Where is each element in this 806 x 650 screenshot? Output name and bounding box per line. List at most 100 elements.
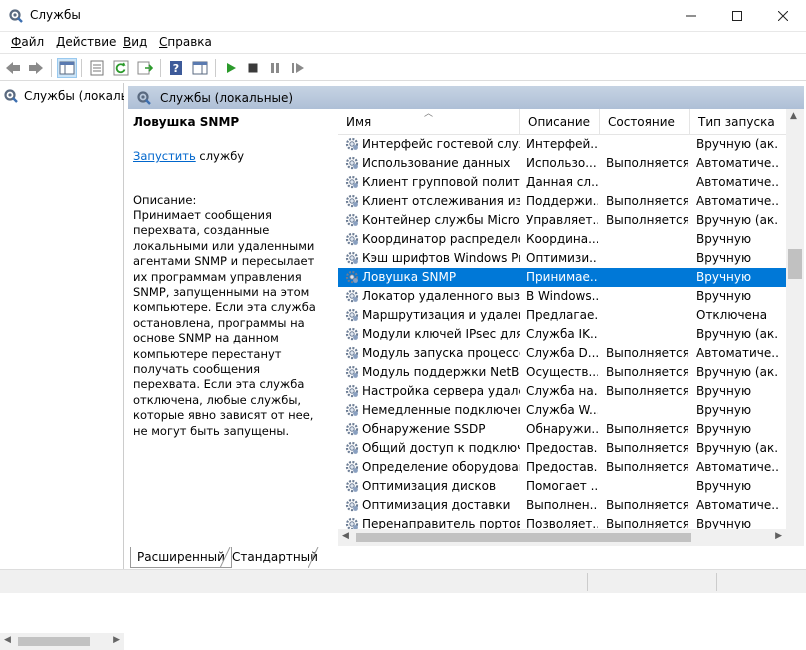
- service-gear-icon: [345, 232, 359, 246]
- service-row[interactable]: Модули ключей IPsec для ... Служба IK... В…: [338, 325, 786, 344]
- properties-button[interactable]: [87, 58, 107, 78]
- tab-extended[interactable]: Расширенный: [130, 547, 232, 568]
- service-status: Выполняется: [606, 156, 688, 170]
- horizontal-scroll-thumb[interactable]: [356, 533, 691, 542]
- menu-file-label: айл: [21, 35, 45, 49]
- show-hide-tree-button[interactable]: [57, 58, 77, 78]
- action-pane-icon: [192, 61, 208, 75]
- service-name: Координатор распределен...: [362, 232, 520, 246]
- service-row[interactable]: Локатор удаленного вызо... В Windows... Вр…: [338, 287, 786, 306]
- service-status: Выполняется: [606, 498, 688, 512]
- scroll-left-icon[interactable]: ◀: [4, 635, 11, 645]
- description-label: Описание:: [133, 193, 197, 207]
- column-header-startup[interactable]: Тип запуска: [690, 109, 786, 135]
- services-list: ︿ Имя Описание Состояние Тип запуска Инт…: [338, 109, 804, 546]
- menu-file[interactable]: Файл: [11, 35, 44, 49]
- scroll-left-icon[interactable]: ◀: [342, 531, 349, 541]
- vertical-scroll-thumb[interactable]: [788, 249, 802, 279]
- service-row[interactable]: Обнаружение SSDP Обнаружи... Выполняется Вр…: [338, 420, 786, 439]
- service-status: [606, 268, 688, 287]
- service-row[interactable]: Определение оборудован... Предостав... Вып…: [338, 458, 786, 477]
- main-pane-title: Службы (локальные): [160, 90, 294, 105]
- tree-item-local-services[interactable]: Службы (локалы: [3, 86, 124, 106]
- service-description: Данная сл...: [526, 175, 598, 189]
- close-button[interactable]: [760, 0, 806, 31]
- service-row[interactable]: Маршрутизация и удален... Предлагае... Отк…: [338, 306, 786, 325]
- pause-service-button[interactable]: [265, 58, 285, 78]
- service-description: Предостав...: [526, 441, 598, 455]
- service-name: Обнаружение SSDP: [362, 422, 486, 436]
- service-row[interactable]: Оптимизация дисков Помогает ... Вручную: [338, 477, 786, 496]
- forward-arrow-icon: [29, 62, 43, 74]
- start-service-link[interactable]: Запустить: [133, 149, 196, 163]
- service-description: Предлагае...: [526, 308, 598, 322]
- vertical-scrollbar[interactable]: ▲: [786, 109, 804, 546]
- service-row[interactable]: Координатор распределен... Координа... Вру…: [338, 230, 786, 249]
- service-row[interactable]: Контейнер службы Micros... Управляет... Вы…: [338, 211, 786, 230]
- service-name: Модули ключей IPsec для ...: [362, 327, 520, 341]
- horizontal-scrollbar[interactable]: ◀ ▶: [338, 529, 804, 546]
- service-startup-type: Вручную: [696, 403, 752, 417]
- service-row[interactable]: Интерфейс гостевой служ... Интерфей... Вру…: [338, 135, 786, 154]
- service-status: [606, 306, 688, 325]
- service-startup-type: Вручную: [696, 384, 752, 398]
- service-row[interactable]: Немедленные подключен... Служба W... Вручн…: [338, 401, 786, 420]
- service-status: Выполняется: [606, 460, 688, 474]
- menu-help[interactable]: Справка: [159, 35, 212, 49]
- service-status: [606, 135, 688, 154]
- maximize-button[interactable]: [714, 0, 760, 31]
- pause-icon: [271, 63, 279, 73]
- column-header-name-label: Имя: [346, 115, 372, 129]
- tree-scroll-thumb[interactable]: [18, 637, 90, 646]
- service-row[interactable]: Ловушка SNMP Принимае... Вручную: [338, 268, 786, 287]
- export-list-button[interactable]: [135, 58, 155, 78]
- service-gear-icon: [345, 175, 359, 189]
- minimize-button[interactable]: [668, 0, 714, 31]
- menu-view[interactable]: Вид: [123, 35, 147, 49]
- service-startup-type: Вручную (ак...: [696, 327, 778, 341]
- help-button[interactable]: ?: [166, 58, 186, 78]
- service-status: [606, 287, 688, 306]
- tree-item-label: Службы (локалы: [24, 89, 124, 103]
- service-row[interactable]: Кэш шрифтов Windows Pr... Оптимизи... Вруч…: [338, 249, 786, 268]
- service-name: Немедленные подключен...: [362, 403, 520, 417]
- status-segment: [716, 573, 717, 591]
- service-row[interactable]: Модуль запуска процессо... Служба D... Вып…: [338, 344, 786, 363]
- scroll-up-icon[interactable]: ▲: [790, 111, 797, 121]
- service-description: Координа...: [526, 232, 598, 246]
- column-header-name[interactable]: ︿ Имя: [338, 109, 520, 135]
- service-row[interactable]: Оптимизация доставки Выполнен... Выполняет…: [338, 496, 786, 515]
- service-row[interactable]: Использование данных Использо... Выполняет…: [338, 154, 786, 173]
- menu-action[interactable]: Действие: [56, 35, 116, 49]
- service-description: Принимае...: [526, 270, 598, 284]
- service-row[interactable]: Клиент отслеживания изм... Поддержи... Вып…: [338, 192, 786, 211]
- service-description-panel: Ловушка SNMP Запустить службу Описание: …: [133, 115, 328, 438]
- stop-icon: [248, 63, 258, 73]
- service-startup-type: Вручную (ак...: [696, 441, 778, 455]
- scroll-right-icon[interactable]: ▶: [113, 635, 120, 645]
- service-row[interactable]: Настройка сервера удален... Служба на... В…: [338, 382, 786, 401]
- service-name: Настройка сервера удален...: [362, 384, 520, 398]
- service-name: Использование данных: [362, 156, 511, 170]
- tree-horizontal-scrollbar[interactable]: ◀ ▶: [0, 633, 124, 650]
- services-gear-icon: [137, 90, 151, 105]
- service-row[interactable]: Модуль поддержки NetBI... Осуществ... Выпо…: [338, 363, 786, 382]
- play-icon: [227, 63, 236, 73]
- refresh-button[interactable]: [111, 58, 131, 78]
- console-tree-icon: [59, 61, 75, 75]
- forward-button[interactable]: [26, 58, 46, 78]
- stop-service-button[interactable]: [243, 58, 263, 78]
- service-row[interactable]: Клиент групповой полити... Данная сл... Ав…: [338, 173, 786, 192]
- scroll-right-icon[interactable]: ▶: [775, 531, 782, 541]
- view-tabs: Расширенный Стандартный: [128, 547, 806, 569]
- show-hide-action-pane-button[interactable]: [190, 58, 210, 78]
- service-row[interactable]: Общий доступ к подключ... Предостав... Вып…: [338, 439, 786, 458]
- column-header-status[interactable]: Состояние: [600, 109, 690, 135]
- service-status: [606, 477, 688, 496]
- service-gear-icon: [345, 156, 359, 170]
- start-service-button[interactable]: [221, 58, 241, 78]
- service-status: [606, 401, 688, 420]
- restart-service-button[interactable]: [288, 58, 308, 78]
- column-header-description[interactable]: Описание: [520, 109, 600, 135]
- back-button[interactable]: [3, 58, 23, 78]
